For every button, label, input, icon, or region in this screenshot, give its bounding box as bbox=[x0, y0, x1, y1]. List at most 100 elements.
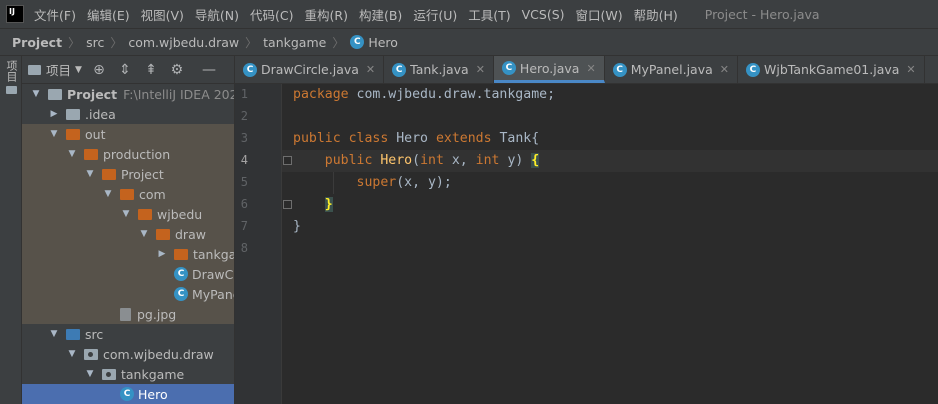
chevron-right-icon: 〉 bbox=[332, 35, 345, 50]
chevron-down-icon[interactable]: ▼ bbox=[120, 209, 132, 219]
source-folder-icon bbox=[66, 328, 80, 340]
expand-all-icon[interactable]: ⇕ bbox=[118, 63, 132, 77]
tree-item-label: tankgame bbox=[121, 366, 185, 382]
line-number: 4 bbox=[240, 153, 248, 167]
java-class-icon: C bbox=[120, 387, 134, 401]
code-editor[interactable]: 1 2 3 4 5 6 7 8 package com.wjbedu.draw.… bbox=[235, 84, 938, 404]
tree-item-label: production bbox=[103, 146, 171, 162]
tree-item[interactable]: ▼ Project F:\IntelliJ IDEA 2021.3 bbox=[22, 84, 234, 104]
tab-mypanel[interactable]: C MyPanel.java ✕ bbox=[605, 56, 738, 83]
tab-tank[interactable]: C Tank.java ✕ bbox=[384, 56, 494, 83]
tree-item[interactable]: ▼ wjbedu bbox=[22, 204, 234, 224]
tree-item[interactable]: ▼ draw bbox=[22, 224, 234, 244]
menu-help[interactable]: 帮助(H) bbox=[634, 5, 678, 24]
menu-window[interactable]: 窗口(W) bbox=[576, 5, 623, 24]
tree-item[interactable]: ▼ com bbox=[22, 184, 234, 204]
menu-bar: IJ 文件(F) 编辑(E) 视图(V) 导航(N) 代码(C) 重构(R) 构… bbox=[0, 0, 938, 28]
tree-item[interactable]: ▼ tankgame bbox=[22, 364, 234, 384]
project-view-selector[interactable]: 项目 bbox=[46, 60, 71, 79]
tree-item[interactable]: C Hero bbox=[22, 384, 234, 404]
breadcrumb-tankgame[interactable]: tankgame bbox=[263, 35, 326, 50]
tree-item-label: com.wjbedu.draw bbox=[103, 346, 214, 362]
java-class-icon: C bbox=[501, 61, 516, 75]
chevron-down-icon[interactable]: ▼ bbox=[66, 349, 78, 359]
close-icon[interactable]: ✕ bbox=[476, 63, 485, 76]
menu-code[interactable]: 代码(C) bbox=[250, 5, 293, 24]
tree-item-label: .idea bbox=[85, 106, 116, 122]
tree-item[interactable]: ▶ .idea bbox=[22, 104, 234, 124]
excluded-folder-icon bbox=[120, 188, 134, 200]
chevron-right-icon[interactable]: ▶ bbox=[156, 249, 168, 259]
close-icon[interactable]: ✕ bbox=[720, 63, 729, 76]
chevron-down-icon[interactable]: ▼ bbox=[66, 149, 78, 159]
tab-label: WjbTankGame01.java bbox=[763, 62, 900, 77]
tree-item[interactable]: ▼ src bbox=[22, 324, 234, 344]
code-line-6: } bbox=[293, 194, 333, 216]
minimize-icon[interactable]: — bbox=[202, 62, 216, 78]
project-tool-tab[interactable]: 项目 bbox=[2, 60, 20, 104]
tab-wjbtankgame01[interactable]: C WjbTankGame01.java ✕ bbox=[738, 56, 925, 83]
breadcrumb-hero-label: Hero bbox=[368, 34, 398, 50]
chevron-down-icon[interactable]: ▼ bbox=[84, 169, 96, 179]
tree-item[interactable]: C DrawCircle bbox=[22, 264, 234, 284]
menu-tools[interactable]: 工具(T) bbox=[468, 5, 510, 24]
tab-label: MyPanel.java bbox=[630, 62, 713, 77]
tab-drawcircle[interactable]: C DrawCircle.java ✕ bbox=[235, 56, 385, 83]
menu-refactor[interactable]: 重构(R) bbox=[305, 5, 348, 24]
folder-icon bbox=[48, 88, 62, 100]
java-class-icon: C bbox=[745, 62, 760, 77]
intellij-logo-icon[interactable]: IJ bbox=[6, 5, 24, 23]
excluded-folder-icon bbox=[174, 248, 188, 260]
matched-brace: { bbox=[531, 153, 540, 168]
menu-edit[interactable]: 编辑(E) bbox=[87, 5, 130, 24]
breadcrumb-src[interactable]: src bbox=[86, 35, 104, 50]
chevron-down-icon[interactable]: ▼ bbox=[84, 369, 96, 379]
chevron-down-icon[interactable]: ▼ bbox=[138, 229, 150, 239]
fold-marker-icon[interactable] bbox=[283, 200, 292, 209]
chevron-down-icon[interactable]: ▼ bbox=[48, 129, 60, 139]
java-class-icon: C bbox=[174, 267, 188, 281]
tree-item[interactable]: ▼ out bbox=[22, 124, 234, 144]
chevron-right-icon: 〉 bbox=[245, 35, 258, 50]
tab-hero[interactable]: C Hero.java ✕ bbox=[493, 56, 605, 83]
chevron-down-icon[interactable]: ▼ bbox=[48, 329, 60, 339]
tree-item[interactable]: pg.jpg bbox=[22, 304, 234, 324]
close-icon[interactable]: ✕ bbox=[906, 63, 915, 76]
folder-icon bbox=[66, 108, 80, 120]
fold-marker-icon[interactable] bbox=[283, 156, 292, 165]
editor-tabs: C DrawCircle.java ✕ C Tank.java ✕ C Hero… bbox=[235, 56, 938, 84]
excluded-folder-icon bbox=[102, 168, 116, 180]
breadcrumb-package[interactable]: com.wjbedu.draw bbox=[128, 35, 239, 50]
tree-item[interactable]: ▼ Project bbox=[22, 164, 234, 184]
locate-file-icon[interactable]: ⊕ bbox=[92, 63, 106, 77]
close-icon[interactable]: ✕ bbox=[366, 63, 375, 76]
chevron-right-icon[interactable]: ▶ bbox=[48, 109, 60, 119]
menu-run[interactable]: 运行(U) bbox=[413, 5, 457, 24]
tree-item[interactable]: ▼ production bbox=[22, 144, 234, 164]
tree-item-label: draw bbox=[175, 226, 206, 242]
close-icon[interactable]: ✕ bbox=[586, 62, 595, 75]
breadcrumb-hero[interactable]: C Hero bbox=[350, 35, 398, 50]
tab-label: DrawCircle.java bbox=[261, 62, 359, 77]
folder-icon bbox=[5, 86, 17, 94]
dropdown-arrow-icon[interactable]: ▼ bbox=[75, 65, 82, 75]
tree-item-label: Project bbox=[121, 166, 164, 182]
menu-build[interactable]: 构建(B) bbox=[359, 5, 402, 24]
gear-icon[interactable]: ⚙ bbox=[170, 63, 184, 77]
menu-view[interactable]: 视图(V) bbox=[141, 5, 184, 24]
menu-file[interactable]: 文件(F) bbox=[34, 5, 76, 24]
matched-brace: } bbox=[324, 197, 333, 212]
line-number: 8 bbox=[240, 241, 248, 255]
java-class-icon: C bbox=[612, 62, 627, 77]
tree-item[interactable]: ▶ tankgame bbox=[22, 244, 234, 264]
menu-vcs[interactable]: VCS(S) bbox=[522, 7, 565, 22]
project-panel-header: 项目 ▼ ⊕ ⇕ ⇞ ⚙ — bbox=[22, 56, 234, 84]
breadcrumb-project[interactable]: Project bbox=[12, 35, 62, 50]
chevron-down-icon[interactable]: ▼ bbox=[102, 189, 114, 199]
menu-navigate[interactable]: 导航(N) bbox=[195, 5, 239, 24]
tree-item[interactable]: C MyPanel bbox=[22, 284, 234, 304]
line-number: 2 bbox=[240, 109, 248, 123]
chevron-down-icon[interactable]: ▼ bbox=[30, 89, 42, 99]
tree-item[interactable]: ▼ com.wjbedu.draw bbox=[22, 344, 234, 364]
collapse-all-icon[interactable]: ⇞ bbox=[144, 63, 158, 77]
